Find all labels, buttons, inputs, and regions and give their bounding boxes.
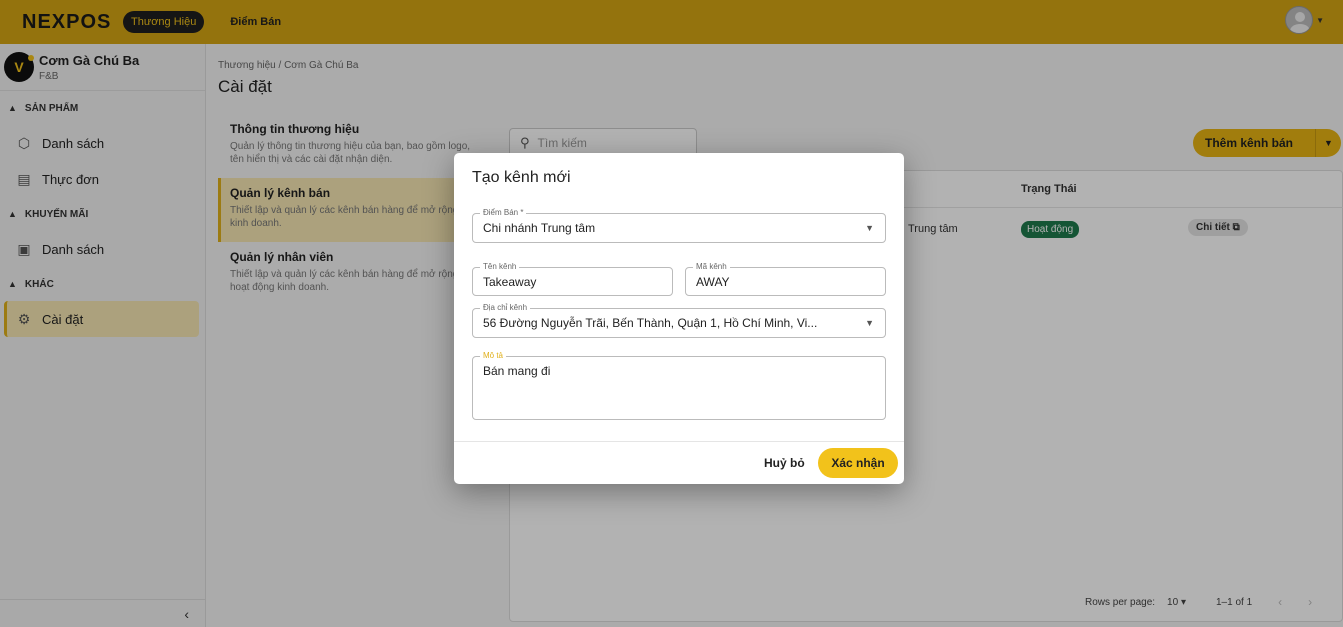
confirm-button[interactable]: Xác nhận bbox=[818, 448, 898, 478]
chevron-down-icon: ▼ bbox=[865, 223, 874, 233]
create-channel-dialog: Tạo kênh mới Điểm Bán * Chi nhánh Trung … bbox=[454, 153, 904, 484]
channel-name-field[interactable]: Tên kênh Takeaway bbox=[472, 262, 673, 296]
channel-code-field[interactable]: Mã kênh AWAY bbox=[685, 262, 886, 296]
store-select[interactable]: Điểm Bán * Chi nhánh Trung tâm ▼ bbox=[472, 208, 886, 243]
description-textarea[interactable]: Mô tả Bán mang đi bbox=[472, 351, 886, 420]
dialog-title: Tạo kênh mới bbox=[472, 169, 571, 186]
chevron-down-icon: ▼ bbox=[865, 318, 874, 328]
cancel-button[interactable]: Huỷ bỏ bbox=[764, 456, 805, 470]
address-select[interactable]: Địa chỉ kênh 56 Đường Nguyễn Trãi, Bến T… bbox=[472, 303, 886, 338]
